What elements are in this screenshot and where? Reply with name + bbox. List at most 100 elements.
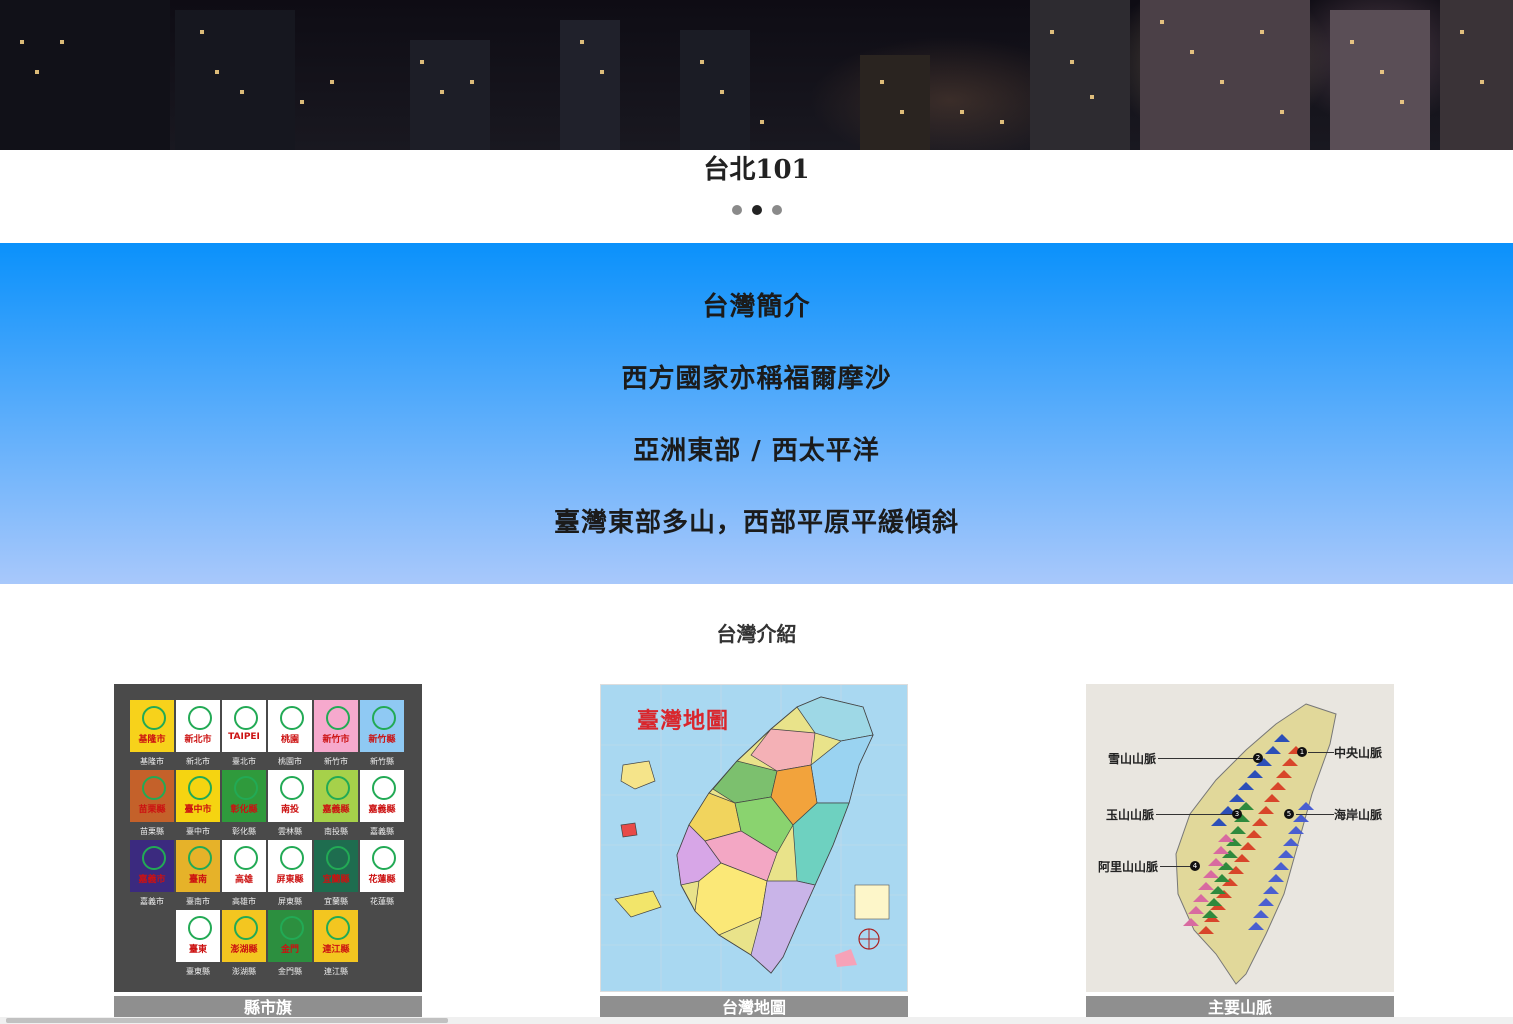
scrollbar-thumb[interactable] bbox=[6, 1018, 448, 1023]
flag-emblem bbox=[234, 916, 258, 940]
lit-window bbox=[1070, 60, 1074, 64]
county-flag: 臺東 bbox=[176, 910, 220, 962]
gallery-card-map[interactable]: 臺灣地圖 台灣地圖 bbox=[600, 684, 908, 1020]
flag-name: 雲林縣 bbox=[278, 827, 302, 836]
leader-line bbox=[1158, 758, 1256, 759]
flag-emblem bbox=[326, 776, 350, 800]
flag-name: 南投縣 bbox=[324, 827, 348, 836]
county-flag: 新竹市 bbox=[314, 700, 358, 752]
intro-heading: 台灣簡介 bbox=[702, 292, 811, 322]
intro-banner: 台灣簡介 西方國家亦稱福爾摩沙 亞洲東部 / 西太平洋 臺灣東部多山，西部平原平… bbox=[0, 243, 1513, 584]
carousel-dot[interactable] bbox=[731, 205, 742, 215]
leader-line bbox=[1156, 814, 1234, 815]
flag-text: 嘉義縣 bbox=[322, 805, 350, 815]
flag-text: 高雄 bbox=[234, 875, 253, 885]
lit-window bbox=[1480, 80, 1484, 84]
lit-window bbox=[1220, 80, 1224, 84]
range-label-yushan: 玉山山脈 bbox=[1106, 808, 1155, 822]
flag-emblem bbox=[280, 846, 304, 870]
flag-name: 新竹市 bbox=[324, 757, 348, 766]
carousel-image[interactable] bbox=[0, 0, 1513, 150]
flag-text: 新北市 bbox=[184, 735, 212, 745]
taiwan-map-image[interactable]: 臺灣地圖 bbox=[600, 684, 908, 992]
gallery-card-flags[interactable]: 基隆市 基隆市 新北市 新北市 TAIPEI 臺北市 桃園 桃園市 新竹市 新竹市 新竹縣 新竹縣 苗栗… bbox=[114, 684, 422, 1020]
lit-window bbox=[1090, 95, 1094, 99]
lit-window bbox=[580, 40, 584, 44]
lit-window bbox=[1380, 70, 1384, 74]
lit-window bbox=[1050, 30, 1054, 34]
flag-emblem bbox=[234, 776, 258, 800]
lit-window bbox=[240, 90, 244, 94]
flag-text: 澎湖縣 bbox=[230, 945, 258, 955]
lit-window bbox=[720, 90, 724, 94]
flag-emblem bbox=[372, 706, 396, 730]
mountain-ranges-image[interactable]: 雪山山脈 2 中央山脈 1 玉山山脈 3 海岸山脈 5 阿里山山脈 4 bbox=[1086, 684, 1394, 992]
flag-name: 臺中市 bbox=[186, 827, 210, 836]
flag-text: 嘉義市 bbox=[138, 875, 166, 885]
lit-window bbox=[470, 80, 474, 84]
flag-emblem bbox=[234, 706, 258, 730]
county-flag: 連江縣 bbox=[314, 910, 358, 962]
flag-text: 苗栗縣 bbox=[138, 805, 166, 815]
lit-window bbox=[700, 60, 704, 64]
county-flag: 基隆市 bbox=[130, 700, 174, 752]
flag-name: 臺東縣 bbox=[186, 967, 210, 976]
flag-name: 臺北市 bbox=[232, 757, 256, 766]
flag-text: 嘉義縣 bbox=[368, 805, 396, 815]
lit-window bbox=[300, 100, 304, 104]
county-flags-image[interactable]: 基隆市 基隆市 新北市 新北市 TAIPEI 臺北市 桃園 桃園市 新竹市 新竹市 新竹縣 新竹縣 苗栗… bbox=[114, 684, 422, 992]
flag-text: 桃園 bbox=[280, 735, 299, 745]
flag-name: 澎湖縣 bbox=[232, 967, 256, 976]
flag-text: 新竹縣 bbox=[368, 735, 396, 745]
flag-text: 基隆市 bbox=[138, 735, 166, 745]
lit-window bbox=[200, 30, 204, 34]
flag-emblem bbox=[326, 706, 350, 730]
county-flag: 嘉義縣 bbox=[314, 770, 358, 822]
county-flag: 新竹縣 bbox=[360, 700, 404, 752]
flag-name: 基隆市 bbox=[140, 757, 164, 766]
gallery-card-mountains[interactable]: 雪山山脈 2 中央山脈 1 玉山山脈 3 海岸山脈 5 阿里山山脈 4 主要山脈 bbox=[1086, 684, 1394, 1020]
leader-line bbox=[1160, 866, 1192, 867]
horizontal-scrollbar[interactable] bbox=[0, 1017, 1513, 1024]
county-flag: 臺南 bbox=[176, 840, 220, 892]
flag-text: 南投 bbox=[280, 805, 299, 815]
flag-text: TAIPEI bbox=[228, 732, 260, 742]
flag-text: 臺中市 bbox=[184, 805, 212, 815]
building bbox=[860, 55, 930, 150]
lit-window bbox=[35, 70, 39, 74]
carousel-dot[interactable] bbox=[751, 205, 762, 215]
county-flag: 澎湖縣 bbox=[222, 910, 266, 962]
building bbox=[175, 10, 295, 150]
range-label-xueshan: 雪山山脈 bbox=[1108, 752, 1157, 766]
county-flag: 苗栗縣 bbox=[130, 770, 174, 822]
flag-text: 花蓮縣 bbox=[368, 875, 396, 885]
range-label-central: 中央山脈 bbox=[1334, 746, 1383, 760]
taiwan-map-illustration bbox=[601, 685, 907, 991]
lit-window bbox=[420, 60, 424, 64]
range-marker: 2 bbox=[1253, 753, 1263, 763]
flag-name: 花蓮縣 bbox=[370, 897, 394, 906]
lit-window bbox=[330, 80, 334, 84]
flag-name: 苗栗縣 bbox=[140, 827, 164, 836]
building bbox=[560, 20, 620, 150]
lit-window bbox=[60, 40, 64, 44]
flag-name: 彰化縣 bbox=[232, 827, 256, 836]
county-flag: 彰化縣 bbox=[222, 770, 266, 822]
carousel-dot[interactable] bbox=[771, 205, 782, 215]
intro-line: 亞洲東部 / 西太平洋 bbox=[633, 436, 880, 466]
flag-emblem bbox=[188, 706, 212, 730]
range-marker: 1 bbox=[1297, 747, 1307, 757]
intro-line: 臺灣東部多山，西部平原平緩傾斜 bbox=[553, 508, 959, 538]
flag-name: 金門縣 bbox=[278, 967, 302, 976]
lit-window bbox=[1400, 100, 1404, 104]
leader-line bbox=[1308, 752, 1334, 753]
flag-emblem bbox=[326, 846, 350, 870]
flag-name: 連江縣 bbox=[324, 967, 348, 976]
county-flag: 嘉義市 bbox=[130, 840, 174, 892]
building bbox=[1030, 0, 1130, 150]
building bbox=[680, 30, 750, 150]
flag-text: 臺南 bbox=[188, 875, 207, 885]
lit-window bbox=[600, 70, 604, 74]
flag-name: 臺南市 bbox=[186, 897, 210, 906]
building bbox=[410, 40, 490, 150]
